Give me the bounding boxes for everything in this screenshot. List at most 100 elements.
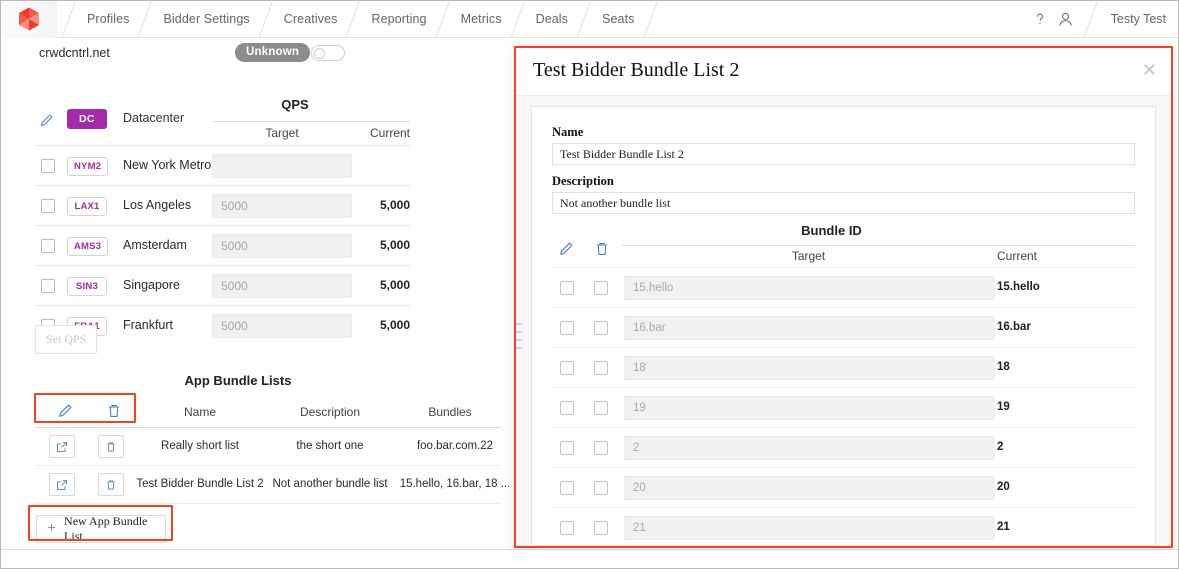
datacenter-column-label: Datacenter — [123, 111, 185, 125]
row-checkbox-secondary[interactable] — [594, 361, 608, 375]
qps-target-input[interactable] — [212, 154, 352, 178]
bundle-target-input[interactable]: 21 — [624, 516, 995, 540]
list-bundles: 15.hello, 16.bar, 18 ... — [399, 478, 511, 490]
row-checkbox-primary[interactable] — [560, 321, 574, 335]
open-list-button[interactable] — [49, 435, 75, 458]
row-checkbox[interactable] — [41, 199, 55, 213]
modal-title: Test Bidder Bundle List 2 — [533, 59, 740, 81]
bundle-target-input[interactable]: 19 — [624, 396, 995, 420]
row-checkbox-secondary[interactable] — [594, 441, 608, 455]
nav-item-reporting[interactable]: Reporting — [367, 1, 430, 38]
column-header-name: Name — [183, 405, 216, 419]
qps-current-value: 5,000 — [379, 318, 410, 332]
bundle-list-modal: Test Bidder Bundle List 2 ✕ Name Test Bi… — [514, 46, 1173, 548]
nav-item-profiles[interactable]: Profiles — [83, 1, 133, 38]
status-toggle[interactable] — [311, 45, 345, 61]
app-bundle-lists-header: Name Description Bundles — [35, 398, 501, 428]
qps-target-input[interactable]: 5000 — [212, 234, 352, 258]
app-window: Profiles Bidder Settings Creatives Repor… — [0, 0, 1179, 569]
nav-item-deals[interactable]: Deals — [532, 1, 572, 38]
user-name-label[interactable]: Testy Test — [1105, 1, 1178, 38]
table-row: LAX1 Los Angeles 5000 5,000 — [35, 185, 410, 225]
datacenter-name: New York Metro — [123, 158, 212, 172]
bundle-target-input[interactable]: 16.bar — [624, 316, 995, 340]
row-checkbox-secondary[interactable] — [594, 521, 608, 535]
nav-separator — [506, 1, 532, 38]
app-bundle-lists-title: App Bundle Lists — [184, 373, 292, 388]
datacenter-code-badge: AMS3 — [67, 237, 109, 256]
open-list-button[interactable] — [49, 473, 75, 496]
pinwheel-logo[interactable] — [1, 1, 57, 38]
nav-item-metrics[interactable]: Metrics — [457, 1, 506, 38]
nav-item-bidder-settings[interactable]: Bidder Settings — [159, 1, 253, 38]
close-icon[interactable]: ✕ — [1142, 61, 1157, 79]
table-row: 2 2 — [552, 427, 1135, 467]
qps-table: QPS DC Datacenter Target Current NYM2 Ne… — [35, 97, 410, 345]
bundle-current-value: 15.hello — [997, 281, 1040, 293]
nav-item-creatives[interactable]: Creatives — [280, 1, 342, 38]
table-row: 16.bar 16.bar — [552, 307, 1135, 347]
row-checkbox-secondary[interactable] — [594, 321, 608, 335]
list-description: Not another bundle list — [272, 478, 388, 490]
qps-current-value: 5,000 — [379, 198, 410, 212]
bundle-target-input[interactable]: 15.hello — [624, 276, 995, 300]
column-header-current: Current — [997, 249, 1038, 263]
table-row: AMS3 Amsterdam 5000 5,000 — [35, 225, 410, 265]
table-row: 15.hello 15.hello — [552, 267, 1135, 307]
row-checkbox-primary[interactable] — [560, 281, 574, 295]
row-checkbox[interactable] — [41, 279, 55, 293]
row-checkbox-primary[interactable] — [560, 521, 574, 535]
bundle-current-value: 21 — [997, 521, 1010, 533]
datacenter-code-badge: LAX1 — [67, 197, 107, 216]
row-checkbox-secondary[interactable] — [594, 481, 608, 495]
name-field[interactable]: Test Bidder Bundle List 2 — [552, 143, 1135, 165]
nav-separator — [1079, 1, 1105, 38]
row-checkbox-primary[interactable] — [560, 401, 574, 415]
list-name: Test Bidder Bundle List 2 — [136, 478, 264, 490]
pencil-icon[interactable] — [558, 241, 574, 262]
bundle-target-input[interactable]: 20 — [624, 476, 995, 500]
qps-target-input[interactable]: 5000 — [212, 314, 352, 338]
trash-icon[interactable] — [106, 403, 122, 424]
new-app-bundle-list-label: New App Bundle List — [64, 514, 148, 543]
account-icon[interactable] — [1053, 1, 1079, 38]
toggle-knob — [314, 48, 325, 59]
qps-section-title: QPS — [281, 97, 309, 112]
qps-target-input[interactable]: 5000 — [212, 274, 352, 298]
row-checkbox[interactable] — [41, 239, 55, 253]
plus-icon: + — [47, 520, 57, 537]
help-icon[interactable] — [1027, 1, 1053, 38]
pencil-icon[interactable] — [39, 113, 54, 133]
delete-list-button[interactable] — [98, 435, 124, 458]
bundle-id-section-title: Bundle ID — [801, 223, 862, 238]
table-row: 19 19 — [552, 387, 1135, 427]
qps-target-input[interactable]: 5000 — [212, 194, 352, 218]
delete-list-button[interactable] — [98, 473, 124, 496]
row-checkbox-primary[interactable] — [560, 361, 574, 375]
row-checkbox-primary[interactable] — [560, 441, 574, 455]
nav-item-seats[interactable]: Seats — [598, 1, 638, 38]
nav-separator — [133, 1, 159, 38]
status-badge: Unknown — [235, 43, 311, 62]
qps-col-current: Current — [369, 126, 410, 140]
pinwheel-logo-icon — [19, 7, 39, 31]
modal-resize-handle[interactable] — [516, 323, 522, 349]
qps-table-header: QPS DC Datacenter Target Current — [35, 97, 410, 145]
description-field[interactable]: Not another bundle list — [552, 192, 1135, 214]
new-app-bundle-list-button[interactable]: + New App Bundle List — [36, 514, 166, 543]
set-qps-button[interactable]: Set QPS — [35, 325, 98, 354]
top-navigation-bar: Profiles Bidder Settings Creatives Repor… — [1, 1, 1178, 38]
bundle-current-value: 18 — [997, 361, 1010, 373]
trash-icon[interactable] — [594, 241, 610, 262]
column-header-description: Description — [299, 405, 361, 419]
nav-separator — [572, 1, 598, 38]
row-checkbox-secondary[interactable] — [594, 281, 608, 295]
pencil-icon[interactable] — [57, 403, 73, 424]
row-checkbox-primary[interactable] — [560, 481, 574, 495]
left-panel: QPS DC Datacenter Target Current NYM2 Ne… — [1, 67, 511, 547]
bundle-target-input[interactable]: 2 — [624, 436, 995, 460]
row-checkbox-secondary[interactable] — [594, 401, 608, 415]
nav-separator — [341, 1, 367, 38]
row-checkbox[interactable] — [41, 159, 55, 173]
bundle-target-input[interactable]: 18 — [624, 356, 995, 380]
